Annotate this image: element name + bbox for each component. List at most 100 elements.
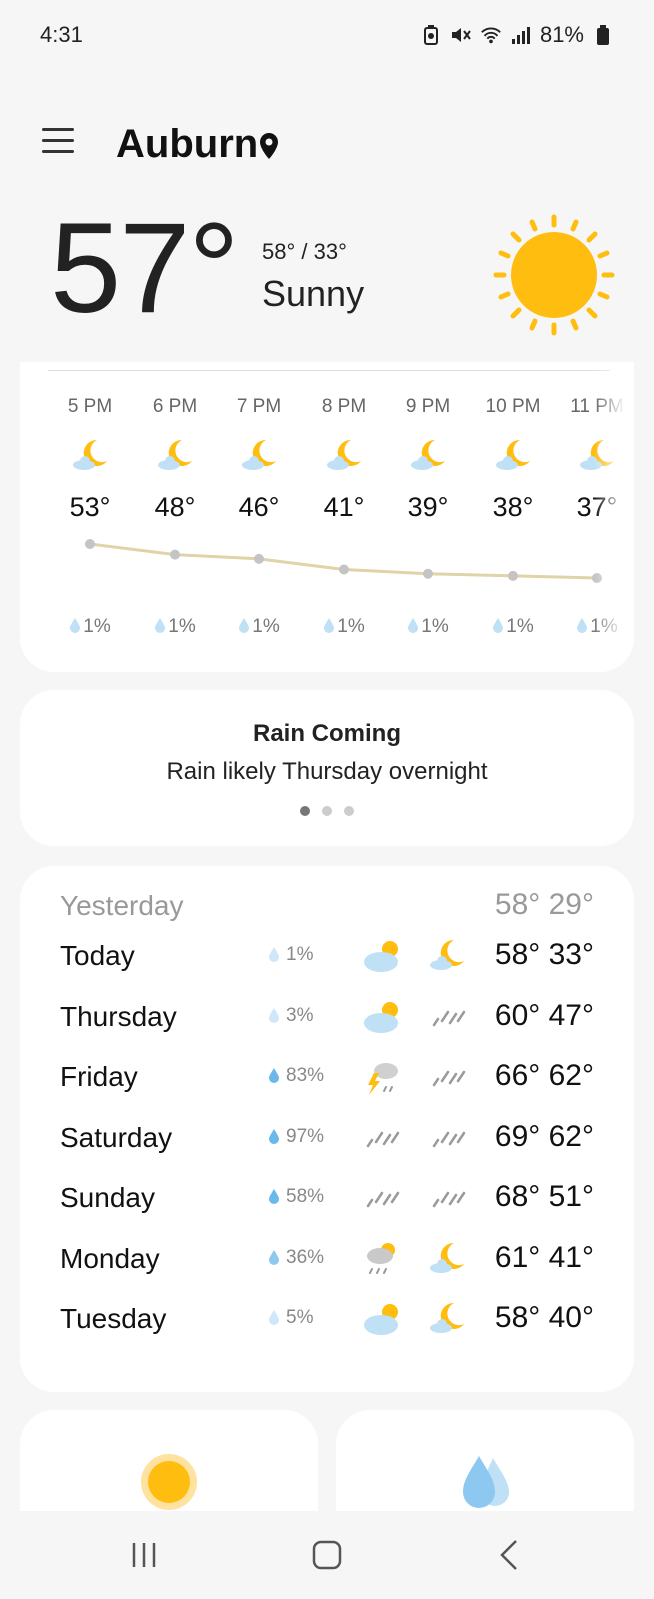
battery-saver-icon: [420, 24, 442, 46]
hour-temp: 41°: [323, 492, 365, 522]
hour-precip: 1%: [132, 616, 218, 638]
hour-precip-value: 1%: [83, 616, 111, 637]
hour-precip-value: 1%: [252, 616, 280, 637]
battery-percent: 81%: [539, 22, 584, 47]
daily-row[interactable]: Saturday 97% 69° 62°: [20, 1110, 634, 1166]
daily-row[interactable]: Today 1% 58° 33°: [20, 928, 634, 984]
moon-cloud-icon: [409, 436, 449, 472]
hour-time: 8 PM: [321, 396, 367, 417]
water-drop-icon: [323, 617, 335, 633]
moon-cloud-icon: [240, 436, 280, 472]
day-precip-value: 1%: [286, 944, 314, 965]
hour-precip-value: 1%: [168, 616, 196, 637]
temp-point: [508, 570, 518, 581]
day-precip: 97%: [268, 1126, 324, 1148]
page-dot: [344, 806, 354, 816]
page-dot: [322, 806, 332, 816]
recent-apps-button[interactable]: [122, 1533, 166, 1577]
rain-icon: [362, 1118, 404, 1158]
rain-icon: [428, 997, 470, 1037]
hour-precip-value: 1%: [337, 616, 365, 637]
water-drop-icon: [268, 1128, 280, 1144]
hour-time: 6 PM: [152, 396, 198, 417]
day-precip: 5%: [268, 1307, 313, 1329]
city-name[interactable]: Auburn: [116, 122, 258, 167]
water-drop-icon: [268, 1188, 280, 1204]
day-precip-value: 58%: [286, 1186, 325, 1207]
partly-cloudy-icon: [362, 936, 404, 976]
moon-cloud-icon: [428, 1239, 470, 1279]
moon-cloud-icon: [325, 436, 365, 472]
day-temps: 58° 40°: [494, 1301, 594, 1334]
day-name: Tuesday: [60, 1303, 167, 1334]
day-temps: 68° 51°: [494, 1180, 594, 1213]
hour-temp: 39°: [407, 492, 449, 522]
daily-row[interactable]: Friday 83% 66° 62°: [20, 1049, 634, 1105]
alert-subtitle: Rain likely Thursday overnight: [166, 758, 488, 785]
water-drop-icon: [238, 617, 250, 633]
daily-row[interactable]: Monday 36% 61° 41°: [20, 1231, 634, 1287]
partly-cloudy-icon: [362, 1299, 404, 1339]
rain-alert-card[interactable]: Rain Coming Rain likely Thursday overnig…: [20, 690, 634, 846]
hour-precip: 1%: [470, 616, 556, 638]
temp-point: [254, 553, 264, 564]
daily-row[interactable]: Thursday 3% 60° 47°: [20, 989, 634, 1045]
day-temps: 60° 47°: [494, 999, 594, 1032]
day-precip-value: 36%: [286, 1247, 325, 1268]
hour-temp: 48°: [154, 492, 196, 522]
day-name: Thursday: [60, 1001, 177, 1032]
sun-icon: [141, 1454, 197, 1510]
rain-icon: [428, 1057, 470, 1097]
temp-point: [423, 568, 433, 579]
rain-icon: [428, 1178, 470, 1218]
moon-cloud-icon: [428, 1299, 470, 1339]
menu-button[interactable]: [42, 128, 74, 160]
high-low-temp: 58° / 33°: [262, 239, 347, 264]
day-precip-value: 5%: [286, 1307, 314, 1328]
home-button[interactable]: [305, 1533, 349, 1577]
hourly-forecast-card[interactable]: 5 PM 53° 1% 6 PM 48° 1% 7 PM 46° 1% 8 PM 41° 1% 9 PM…: [20, 362, 634, 672]
hour-precip: 1%: [385, 616, 471, 638]
day-temps: 61° 41°: [494, 1241, 594, 1274]
day-precip: 1%: [268, 944, 313, 966]
hamburger-line: [42, 150, 74, 153]
day-name: Monday: [60, 1243, 160, 1274]
daily-row[interactable]: Sunday 58% 68° 51°: [20, 1170, 634, 1226]
thunderstorm-icon: [362, 1057, 404, 1097]
alert-title: Rain Coming: [253, 720, 401, 747]
day-precip: 58%: [268, 1186, 324, 1208]
header: Auburn: [0, 118, 654, 178]
day-name: Today: [60, 940, 135, 971]
rain-icon: [428, 1118, 470, 1158]
water-drop-icon: [268, 1309, 280, 1325]
page-indicator: [20, 806, 634, 816]
hour-time: 7 PM: [236, 396, 282, 417]
daily-row[interactable]: Tuesday 5% 58° 40°: [20, 1291, 634, 1347]
current-temp: 57°: [50, 197, 240, 340]
daily-row[interactable]: Yesterday 58° 29°: [20, 878, 634, 934]
page-dot-active: [300, 806, 310, 816]
wifi-icon: [480, 24, 502, 46]
signal-icon: [510, 24, 532, 46]
hour-time: 10 PM: [485, 396, 541, 417]
daily-forecast-card[interactable]: Yesterday 58° 29° Today 1% 58° 33° Thursday 3%…: [20, 866, 634, 1392]
back-button[interactable]: [488, 1533, 532, 1577]
water-drop-icon: [407, 617, 419, 633]
day-precip-value: 83%: [286, 1065, 325, 1086]
hour-precip-value: 1%: [421, 616, 449, 637]
hour-precip: 1%: [47, 616, 133, 638]
hour-time: 9 PM: [405, 396, 451, 417]
hour-temp: 38°: [492, 492, 534, 522]
mute-icon: [450, 24, 472, 46]
day-temps: 66° 62°: [494, 1059, 594, 1092]
hour-temp: 46°: [238, 492, 280, 522]
day-temps: 58° 33°: [494, 938, 594, 971]
hour-precip-value: 1%: [506, 616, 534, 637]
sun-rain-cloud-icon: [362, 1239, 404, 1279]
moon-cloud-icon: [428, 936, 470, 976]
partly-cloudy-icon: [362, 997, 404, 1037]
water-drop-icon: [268, 1249, 280, 1265]
hour-temp: 53°: [69, 492, 111, 522]
status-time: 4:31: [40, 22, 83, 47]
water-drop-icon: [268, 946, 280, 962]
